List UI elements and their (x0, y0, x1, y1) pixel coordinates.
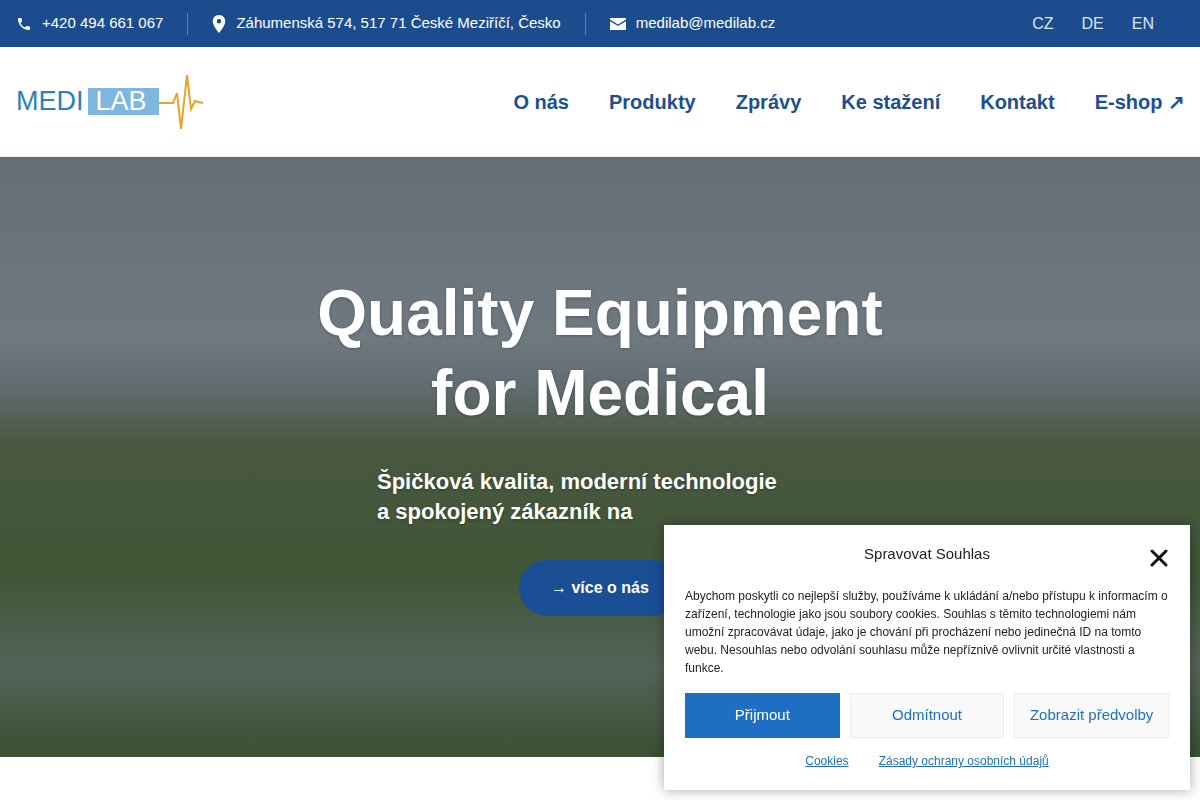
more-about-button[interactable]: → více o nás (519, 560, 681, 616)
hero-subtitle: Špičková kvalita, moderní technologiea s… (377, 467, 823, 527)
contact-info: +420 494 661 067 Záhumenská 574, 517 71 Č… (16, 12, 799, 35)
phone-number[interactable]: +420 494 661 067 (42, 12, 163, 35)
nav-link[interactable]: Ke stažení (841, 87, 940, 117)
separator (585, 13, 586, 35)
language-link[interactable]: CZ (1018, 12, 1067, 36)
logo-text: LAB (88, 88, 159, 115)
consent-button[interactable]: Přijmout (685, 693, 840, 738)
mail-icon (610, 18, 626, 30)
heartbeat-icon (159, 73, 203, 131)
language-link[interactable]: DE (1068, 12, 1118, 36)
subtitle-line: Špičková kvalita, moderní technologie (377, 467, 823, 497)
policy-link[interactable]: Cookies (805, 752, 848, 770)
language-switcher: CZDEEN (1018, 12, 1184, 36)
nav-link[interactable]: O nás (513, 87, 569, 117)
subtitle-line: a spokojený zákazník na (377, 497, 823, 527)
top-bar: +420 494 661 067 Záhumenská 574, 517 71 Č… (0, 0, 1200, 47)
nav-link[interactable]: Produkty (609, 87, 696, 117)
address-item: Záhumenská 574, 517 71 České Meziříčí, Č… (188, 12, 584, 35)
close-icon[interactable] (1150, 546, 1168, 564)
main-nav: O nás Produkty Zprávy Ke stažení Kontakt E-sh… (513, 87, 1185, 117)
consent-button[interactable]: Zobrazit předvolby (1014, 693, 1169, 738)
nav-link[interactable]: Zprávy (736, 87, 802, 117)
logo[interactable]: MEDILAB (16, 72, 203, 132)
nav-link[interactable]: Kontakt (980, 87, 1054, 117)
email[interactable]: medilab@medilab.cz (636, 12, 775, 35)
nav-link[interactable]: E-shop ↗ (1095, 87, 1185, 117)
cookie-consent-dialog: Spravovat Souhlas Abychom poskytli co nej… (664, 525, 1190, 791)
consent-button[interactable]: Odmítnout (850, 693, 1005, 738)
consent-links: Cookies Zásady ochrany osobních údajů (685, 752, 1169, 770)
consent-text: Abychom poskytli co nejlepší služby, pou… (685, 587, 1169, 677)
location-pin-icon (212, 15, 226, 33)
email-item[interactable]: medilab@medilab.cz (586, 12, 799, 35)
address: Záhumenská 574, 517 71 České Meziříčí, Č… (236, 12, 560, 35)
language-link[interactable]: EN (1118, 12, 1168, 36)
hero-title: Quality Equipment (0, 273, 1200, 353)
consent-buttons: PřijmoutOdmítnoutZobrazit předvolby (685, 693, 1169, 738)
hero-title: for Medical (0, 353, 1200, 433)
site-header: MEDILAB O nás Produkty Zprávy Ke stažení Kont… (0, 47, 1200, 157)
phone-item[interactable]: +420 494 661 067 (16, 12, 187, 35)
separator (187, 13, 188, 35)
phone-icon (16, 16, 32, 32)
policy-link[interactable]: Zásady ochrany osobních údajů (879, 752, 1049, 770)
logo-text: MEDI (16, 88, 84, 115)
dialog-title: Spravovat Souhlas (685, 543, 1169, 566)
